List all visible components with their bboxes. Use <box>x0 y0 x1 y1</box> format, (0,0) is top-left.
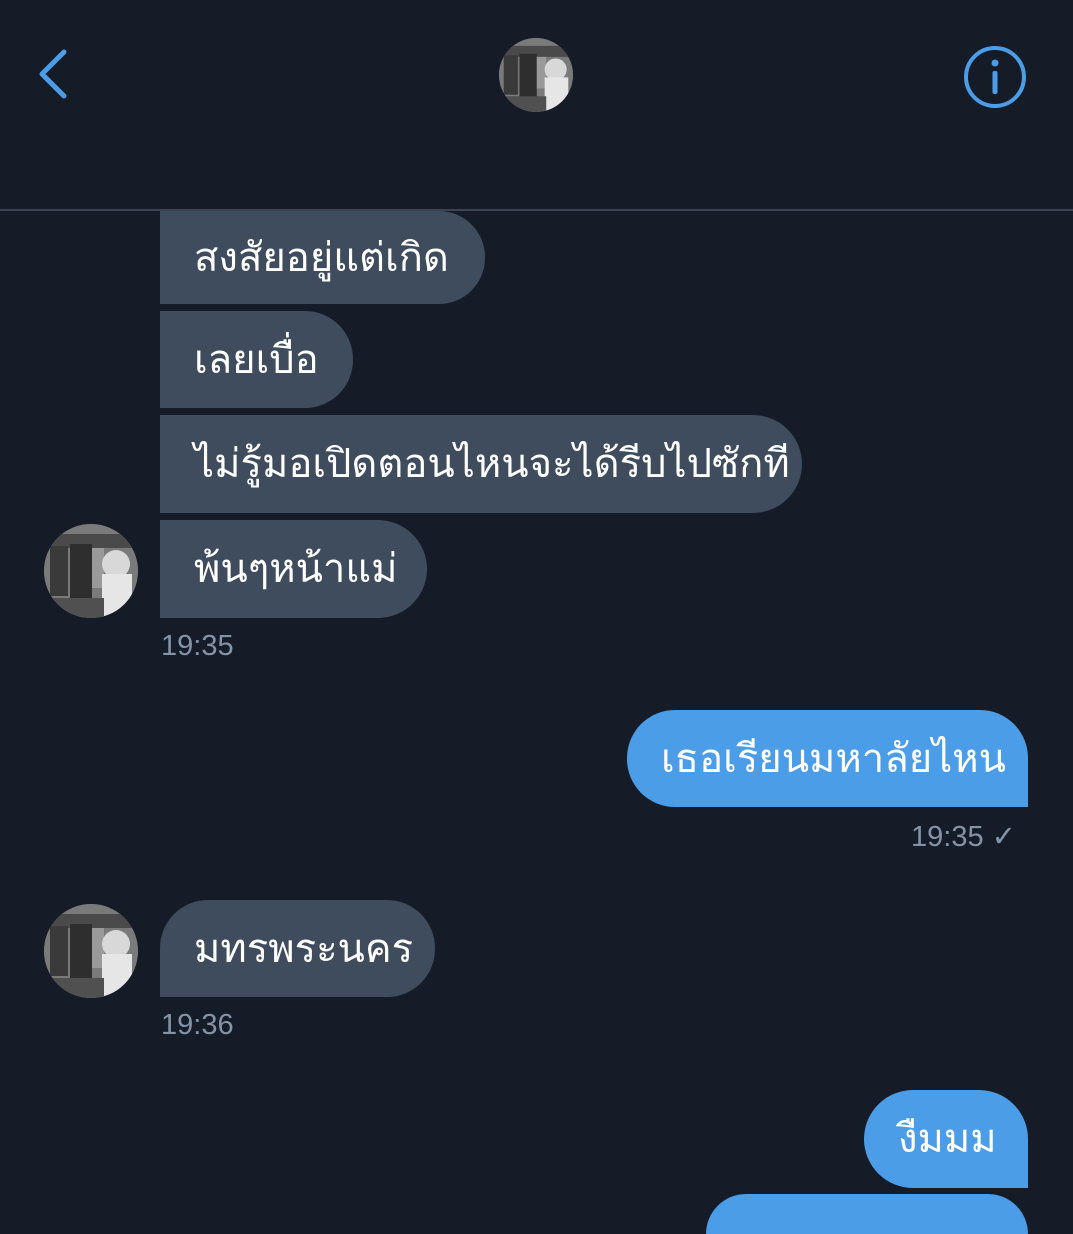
message-bubble-incoming[interactable]: เลยเบื่อ <box>160 311 353 408</box>
message-timestamp: 19:36 <box>161 1009 234 1041</box>
contact-avatar[interactable] <box>499 38 573 112</box>
chevron-left-icon <box>39 49 67 99</box>
message-timestamp: 19:35 ✓ <box>911 819 1016 854</box>
timestamp-text: 19:35 <box>911 821 984 853</box>
message-bubble-outgoing[interactable]: เธอเรียนมหาลัยไหน <box>627 710 1028 807</box>
message-bubble-incoming[interactable]: สงสัยอยู่แต่เกิด <box>160 211 485 304</box>
message-bubble-incoming[interactable]: มทรพระนคร <box>160 900 435 997</box>
back-button[interactable] <box>30 44 80 104</box>
message-timestamp: 19:35 <box>161 630 234 662</box>
conversation-header <box>0 0 1073 211</box>
message-bubble-incoming[interactable]: ไม่รู้มอเปิดตอนไหนจะได้รีบไปซักที <box>160 415 802 513</box>
contact-avatar[interactable] <box>44 524 138 618</box>
contact-avatar[interactable] <box>44 904 138 998</box>
info-icon <box>964 46 1026 108</box>
info-button[interactable] <box>962 44 1028 110</box>
message-bubble-outgoing[interactable]: งืมมม <box>864 1090 1028 1188</box>
message-bubble-outgoing-partial[interactable] <box>706 1194 1028 1234</box>
checkmark-icon: ✓ <box>991 821 1016 853</box>
message-bubble-incoming[interactable]: พ้นๆหน้าแม่ <box>160 520 427 618</box>
